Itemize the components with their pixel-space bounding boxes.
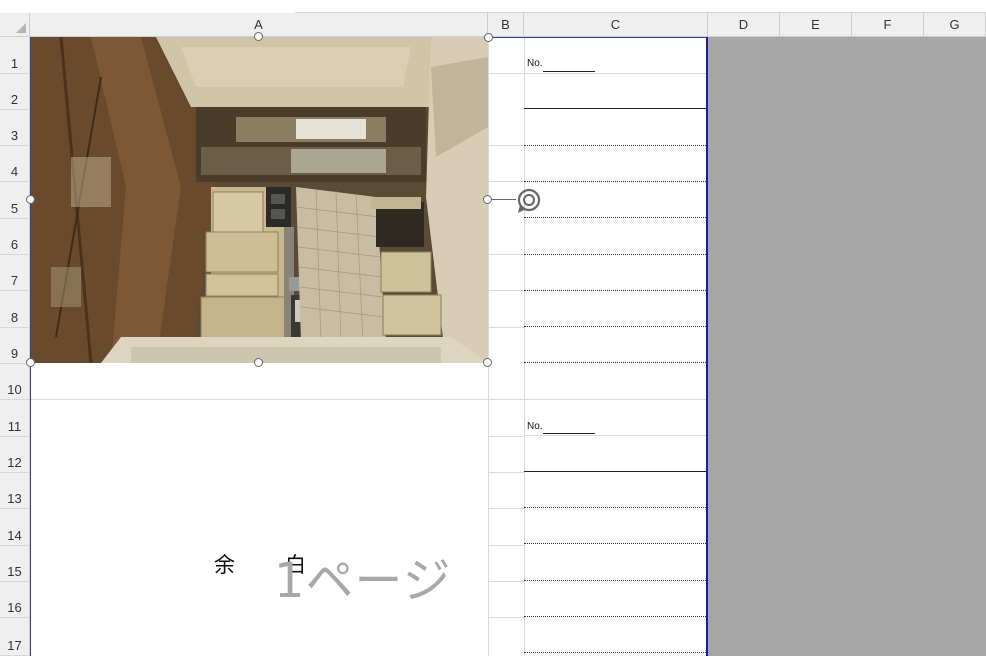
form-dotted-line	[524, 652, 706, 653]
form-solid-line	[524, 108, 706, 109]
gridline-row	[488, 73, 524, 74]
row-header-7[interactable]: 7	[0, 255, 30, 291]
row-header-17[interactable]: 17	[0, 618, 30, 656]
kitchen-photo-image	[31, 37, 488, 363]
resize-handle-right[interactable]	[483, 195, 492, 204]
gridline-row-10	[31, 399, 706, 400]
rotate-handle-icon[interactable]	[516, 187, 542, 215]
row-header-14[interactable]: 14	[0, 509, 30, 546]
select-all-triangle-icon	[16, 23, 26, 33]
column-header-g[interactable]: G	[924, 13, 986, 37]
no-label: No.	[527, 421, 543, 432]
row-header-8[interactable]: 8	[0, 291, 30, 328]
form-dotted-line	[524, 362, 706, 363]
column-header-c[interactable]: C	[524, 13, 708, 37]
row-header-15[interactable]: 15	[0, 546, 30, 582]
resize-handle-left[interactable]	[26, 195, 35, 204]
column-header-f[interactable]: F	[852, 13, 924, 37]
row-header-16[interactable]: 16	[0, 582, 30, 618]
gridline-row	[488, 327, 524, 328]
row-header-3[interactable]: 3	[0, 110, 30, 146]
row-header-2[interactable]: 2	[0, 74, 30, 110]
row-header-9[interactable]: 9	[0, 328, 30, 364]
gridline-row	[488, 545, 524, 546]
no-underline	[543, 71, 595, 72]
gridline-row	[488, 254, 524, 255]
gridline-row	[524, 73, 706, 74]
gridline-ab	[488, 37, 489, 656]
row-header-11[interactable]: 11	[0, 400, 30, 437]
page-break-right[interactable]	[706, 37, 708, 656]
row-header-1[interactable]: 1	[0, 37, 30, 74]
form-dotted-line	[524, 507, 706, 508]
row-header-12[interactable]: 12	[0, 437, 30, 473]
form-dotted-line	[524, 580, 706, 581]
row-header-10[interactable]: 10	[0, 364, 30, 400]
row-header-13[interactable]: 13	[0, 473, 30, 509]
column-header-e[interactable]: E	[780, 13, 852, 37]
blank-char-1: 余	[214, 553, 235, 577]
no-underline	[543, 433, 595, 434]
gridline-row	[488, 145, 524, 146]
form-dotted-line	[524, 290, 706, 291]
form-dotted-line	[524, 217, 706, 218]
gridline-row	[524, 435, 706, 436]
row-header-6[interactable]: 6	[0, 219, 30, 255]
resize-handle-bottom-left[interactable]	[26, 358, 35, 367]
resize-handle-bottom-right[interactable]	[483, 358, 492, 367]
no-label: No.	[527, 58, 543, 69]
gridline-row	[488, 290, 524, 291]
resize-handle-top[interactable]	[254, 32, 263, 41]
form-solid-line	[524, 471, 706, 472]
gridline-bc	[524, 37, 525, 656]
column-header-d[interactable]: D	[708, 13, 780, 37]
gridline-row	[488, 181, 524, 182]
form-dotted-line	[524, 543, 706, 544]
row-header-4[interactable]: 4	[0, 146, 30, 182]
resize-handle-bottom[interactable]	[254, 358, 263, 367]
form-dotted-line	[524, 181, 706, 182]
form-dotted-line	[524, 326, 706, 327]
gridline-row	[488, 508, 524, 509]
kitchen-photo[interactable]	[31, 37, 488, 363]
select-all-button[interactable]	[0, 13, 30, 37]
gridline-row	[488, 617, 524, 618]
gridline-row	[488, 581, 524, 582]
page-number-label: 1ページ	[274, 553, 452, 609]
column-header-b[interactable]: B	[488, 13, 524, 37]
form-dotted-line	[524, 254, 706, 255]
form-dotted-line	[524, 616, 706, 617]
gridline-row	[488, 472, 524, 473]
rotation-arm	[492, 199, 516, 200]
gridline-row	[488, 436, 524, 437]
form-dotted-line	[524, 145, 706, 146]
resize-handle-top-right[interactable]	[484, 33, 493, 42]
